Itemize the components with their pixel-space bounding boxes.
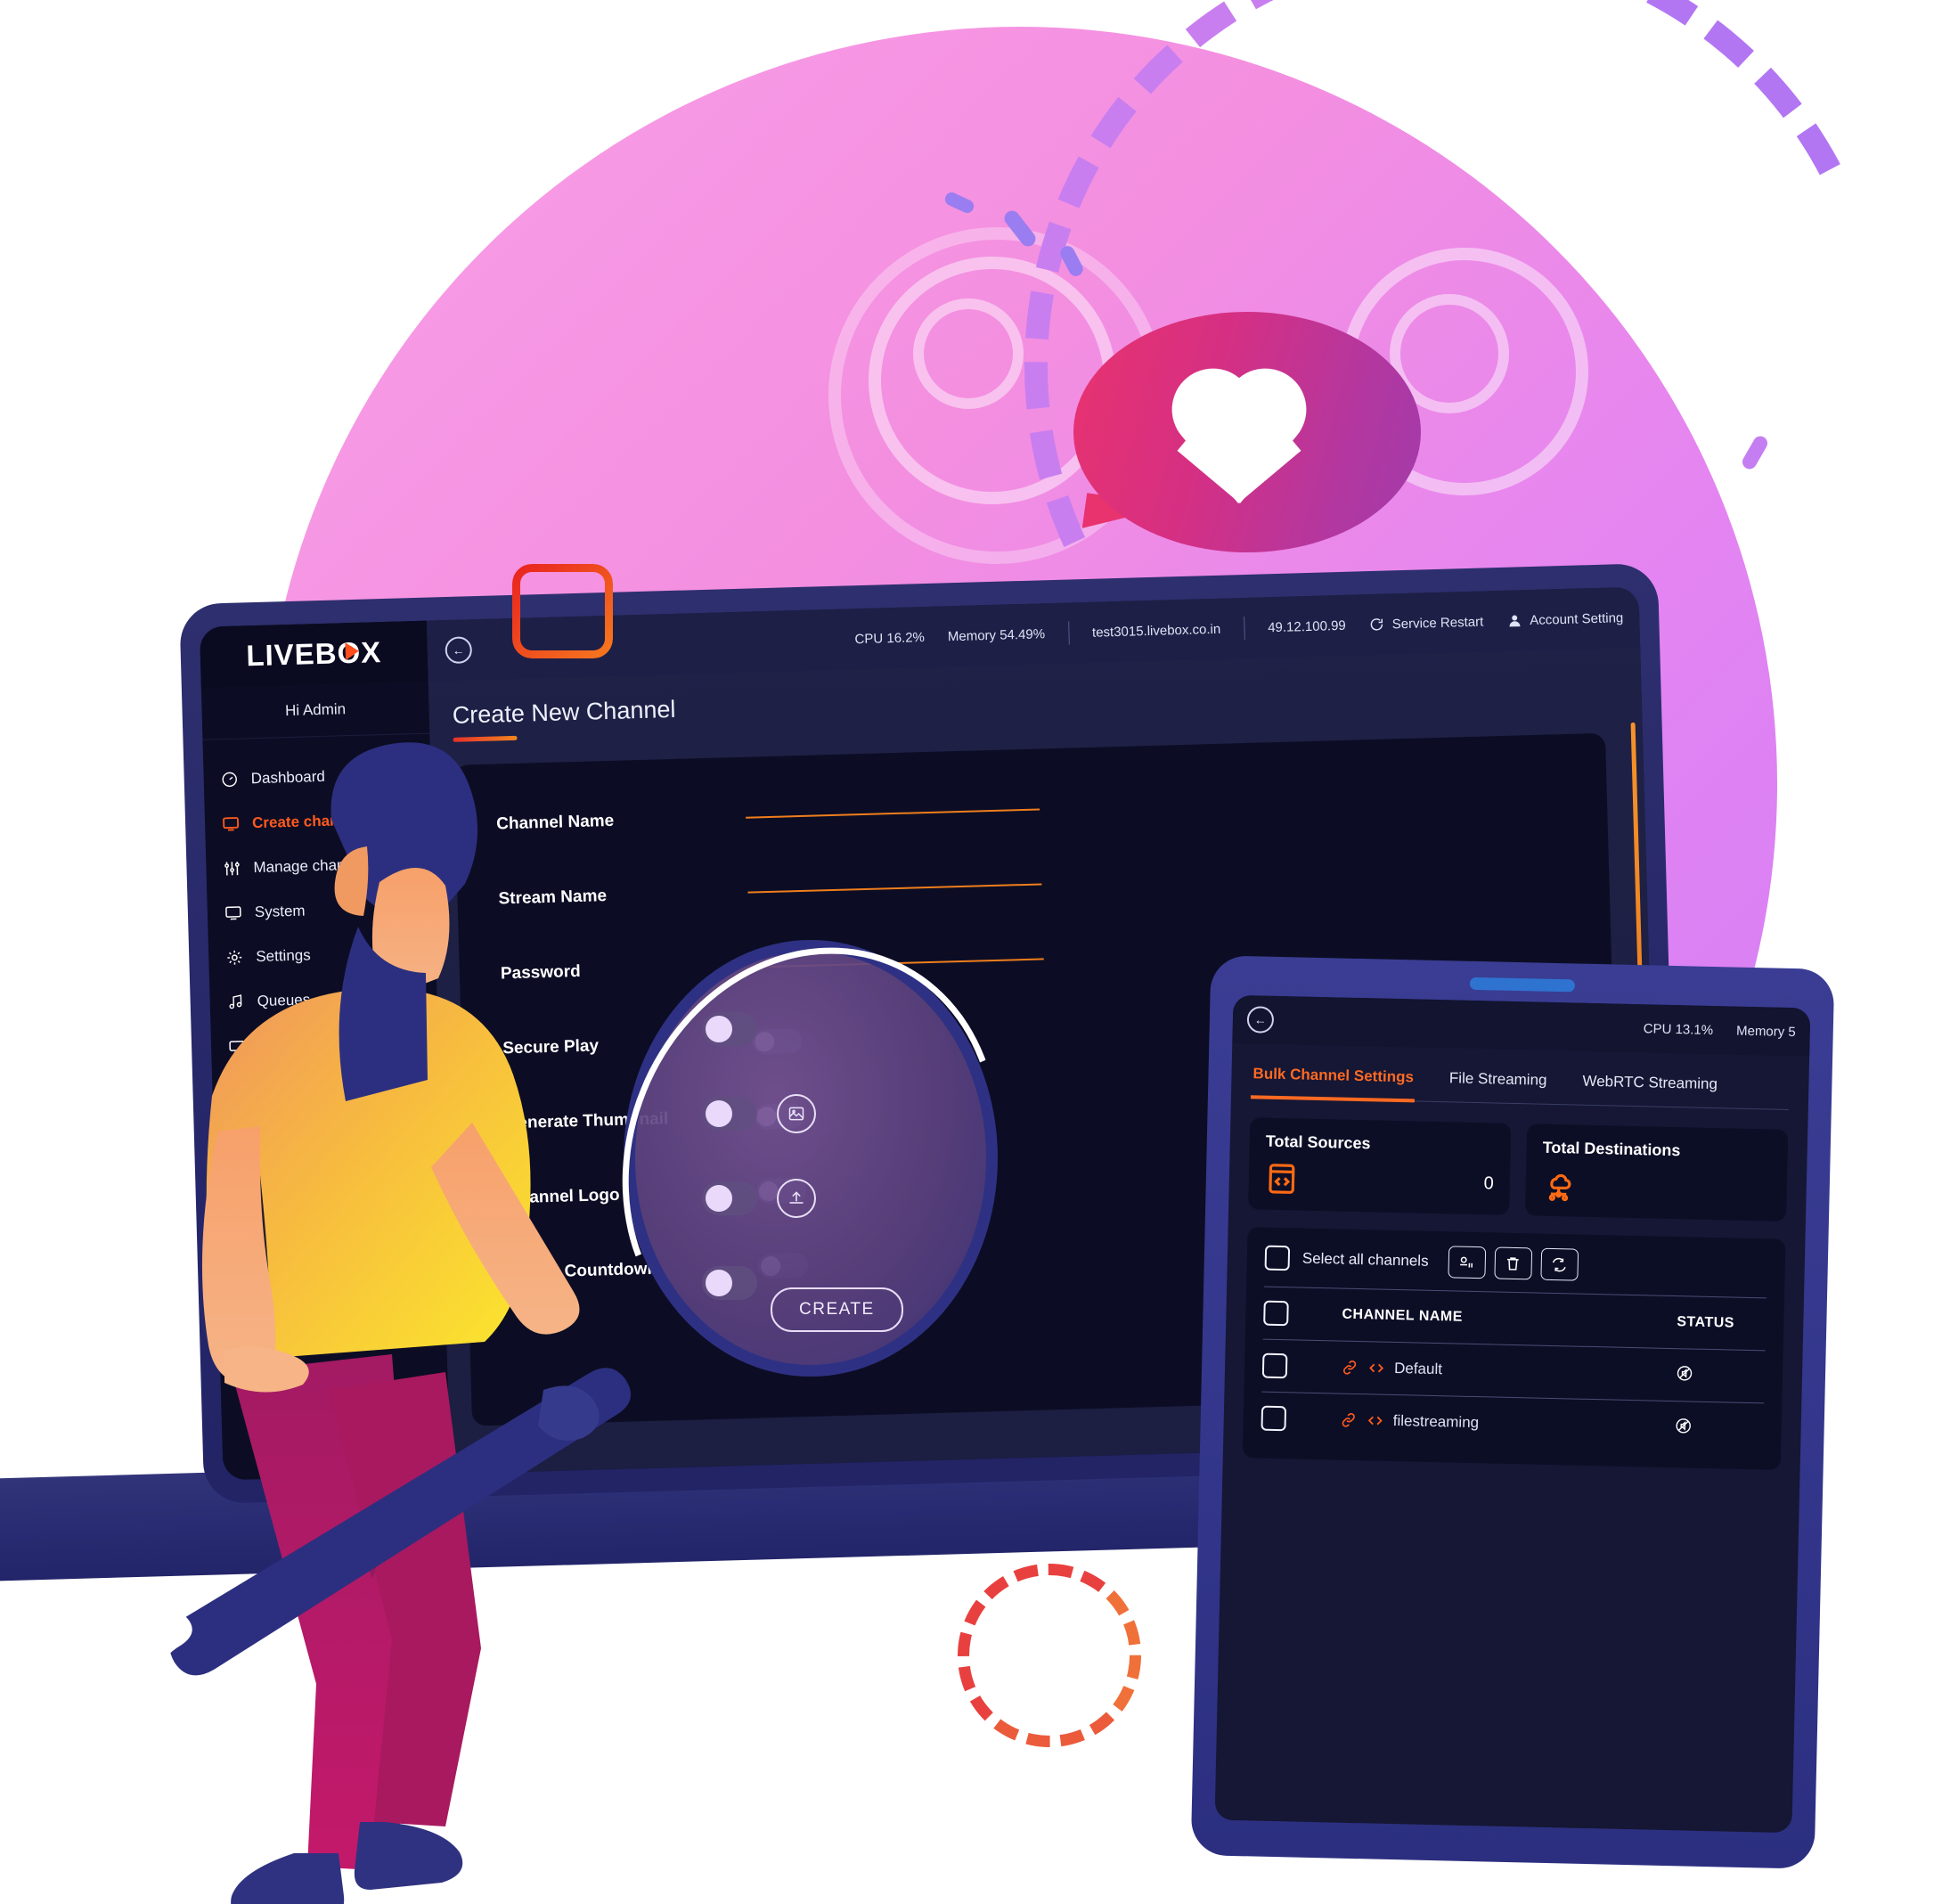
card-caption: Total Destinations <box>1542 1138 1681 1160</box>
restart-icon <box>1371 618 1383 631</box>
cpu-status: CPU 13.1% <box>1643 1020 1714 1038</box>
orange-square-decor <box>512 564 613 658</box>
toolbar-buttons <box>1448 1246 1579 1281</box>
toggle-knob <box>706 1100 732 1127</box>
toggle-knob <box>706 1016 732 1042</box>
tablet-body: Bulk Channel Settings File Streaming Web… <box>1222 1043 1809 1483</box>
code-window-icon <box>1269 1164 1295 1194</box>
toggle-knob <box>706 1270 732 1296</box>
row-channel-name-cell: filestreaming <box>1299 1410 1662 1436</box>
link-icon[interactable] <box>1340 1411 1358 1429</box>
topbar-divider <box>1067 621 1070 645</box>
brand-name-part2: X <box>360 635 382 669</box>
card-row: 0 <box>1264 1162 1494 1201</box>
musician-illustration <box>125 713 677 1904</box>
card-row <box>1541 1168 1771 1207</box>
row-checkbox[interactable] <box>1261 1405 1287 1432</box>
delete-button[interactable] <box>1494 1246 1532 1280</box>
tab-bulk-channel-settings[interactable]: Bulk Channel Settings <box>1250 1056 1416 1103</box>
dashed-circle-decor <box>958 1564 1141 1747</box>
tablet-screen: ← CPU 13.1% Memory 5 Bulk Channel Settin… <box>1214 994 1811 1834</box>
topbar-status-group: CPU 16.2% Memory 54.49% test3015.livebox… <box>854 606 1627 650</box>
magnified-generate-thumbnail-toggle[interactable] <box>702 1097 757 1131</box>
brand-play-o: O <box>337 635 362 670</box>
toggle-knob <box>706 1185 732 1212</box>
row-status-cell <box>1674 1417 1764 1441</box>
mute-icon[interactable] <box>1674 1417 1693 1439</box>
tablet-device: ← CPU 13.1% Memory 5 Bulk Channel Settin… <box>1190 955 1835 1869</box>
host-label: test3015.livebox.co.in <box>1091 621 1221 641</box>
mute-icon[interactable] <box>1676 1364 1694 1386</box>
table-row[interactable]: filestreaming <box>1261 1391 1765 1456</box>
total-sources-card: Total Sources 0 <box>1248 1117 1512 1215</box>
bulk-settings-button[interactable] <box>1448 1246 1486 1279</box>
cloud-nodes-icon <box>1548 1173 1571 1202</box>
channel-name-text: filestreaming <box>1392 1411 1480 1432</box>
memory-status: Memory 5 <box>1735 1023 1796 1040</box>
row-checkbox[interactable] <box>1261 1352 1288 1379</box>
tab-file-streaming[interactable]: File Streaming <box>1447 1060 1549 1104</box>
total-sources-value: 0 <box>1483 1173 1495 1193</box>
image-icon[interactable] <box>777 1094 816 1133</box>
illustration-stage: LIVEB O X Hi Admin Dashboard Create chan… <box>0 0 1942 1904</box>
magnifier-lens: CREATE <box>559 890 1062 1426</box>
play-triangle-icon <box>345 641 359 661</box>
total-destinations-card: Total Destinations <box>1525 1124 1789 1222</box>
upload-icon[interactable] <box>777 1179 816 1218</box>
tablet-speaker <box>1469 977 1576 993</box>
magnified-channel-logo-toggle[interactable] <box>702 1181 757 1215</box>
tablet-tabs: Bulk Channel Settings File Streaming Web… <box>1250 1056 1790 1110</box>
row-channel-name-cell: Default <box>1300 1358 1663 1384</box>
user-icon <box>1509 615 1521 627</box>
service-restart-label: Service Restart <box>1391 614 1484 632</box>
row-status-cell <box>1676 1364 1766 1388</box>
service-restart-button[interactable]: Service Restart <box>1369 614 1484 633</box>
refresh-icon <box>1553 1257 1566 1271</box>
create-button[interactable]: CREATE <box>771 1287 903 1332</box>
heart-icon <box>1158 374 1318 517</box>
account-setting-button[interactable]: Account Setting <box>1506 609 1624 629</box>
channel-name-text: Default <box>1393 1359 1443 1378</box>
select-all-checkbox[interactable] <box>1264 1245 1291 1271</box>
card-caption: Total Sources <box>1265 1132 1371 1153</box>
magnified-row <box>702 1087 916 1140</box>
sliders-gear-icon <box>1460 1256 1473 1268</box>
ip-label: 49.12.100.99 <box>1267 617 1347 635</box>
link-icon[interactable] <box>1341 1359 1359 1377</box>
tablet-frame: ← CPU 13.1% Memory 5 Bulk Channel Settin… <box>1190 955 1835 1869</box>
channels-table: Select all channels CHANNEL NAME STATUS … <box>1242 1227 1786 1470</box>
tablet-status-group: CPU 13.1% Memory 5 <box>1644 1021 1796 1040</box>
brand-logo: LIVEB O X <box>199 620 428 688</box>
back-arrow-icon[interactable]: ← <box>445 636 473 665</box>
magnified-secure-play-toggle[interactable] <box>702 1012 757 1046</box>
magnified-row <box>702 1002 916 1056</box>
tab-webrtc-streaming[interactable]: WebRTC Streaming <box>1580 1064 1719 1108</box>
cpu-status: CPU 16.2% <box>854 629 926 647</box>
topbar-divider <box>1243 616 1245 641</box>
brand-text: LIVEB O X <box>246 635 382 673</box>
memory-status: Memory 54.49% <box>947 625 1046 644</box>
account-setting-label: Account Setting <box>1529 609 1624 628</box>
code-icon[interactable] <box>1367 1411 1384 1429</box>
column-channel-name: CHANNEL NAME <box>1342 1306 1464 1325</box>
header-checkbox[interactable] <box>1263 1300 1289 1327</box>
code-icon[interactable] <box>1367 1359 1385 1377</box>
trash-icon <box>1507 1256 1520 1271</box>
stream-name-input[interactable] <box>747 883 1042 894</box>
select-all-label: Select all channels <box>1301 1249 1429 1270</box>
column-status: STATUS <box>1677 1314 1735 1331</box>
channel-name-input[interactable] <box>746 808 1040 819</box>
magnified-row <box>702 1172 916 1225</box>
tablet-stat-cards: Total Sources 0 Total Destinations <box>1248 1117 1789 1222</box>
magnified-player-countdown-toggle[interactable] <box>702 1266 757 1300</box>
brand-name-part1: LIVEB <box>245 636 339 673</box>
refresh-button[interactable] <box>1540 1247 1579 1281</box>
back-arrow-icon[interactable]: ← <box>1246 1006 1275 1034</box>
